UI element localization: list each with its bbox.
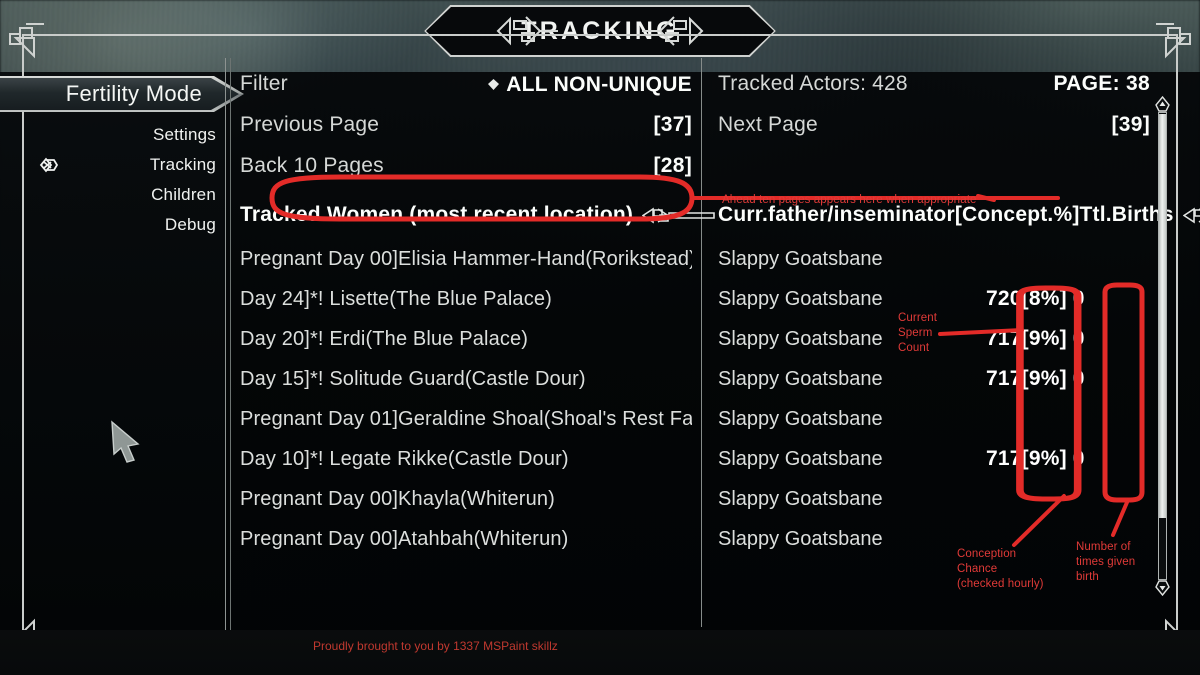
sidebar-tab-fertility-mode[interactable]: Fertility Mode [0, 76, 244, 112]
annotation-number-of-births: Number of times given birth [1076, 540, 1135, 585]
diamond-bullet-icon [488, 79, 500, 90]
corner-knotwork-top-right-icon [1156, 23, 1191, 59]
tracked-actors-value: 428 [872, 72, 908, 95]
row-stats: 720[8%] 0 [986, 287, 1085, 310]
list-item[interactable]: Day 24]*! Lisette(The Blue Palace) [240, 279, 692, 319]
sidebar-item-debug[interactable]: Debug [24, 210, 224, 240]
row-stats: 717[9%] 0 [986, 367, 1085, 390]
previous-page-value: [37] [653, 113, 692, 136]
annotation-line: Sperm [898, 327, 933, 339]
page-value: 38 [1126, 72, 1150, 95]
tracked-women-header-label: Tracked Women (most recent location) [240, 203, 634, 226]
scroll-up-arrow-icon[interactable] [1155, 96, 1170, 113]
tracked-actors-row: Tracked Actors: 428 PAGE: 38 [718, 72, 1150, 113]
father-name: Slappy Goatsbane [718, 287, 883, 310]
sidebar-item-children[interactable]: Children [24, 180, 224, 210]
table-row[interactable]: Slappy Goatsbane [718, 239, 1150, 279]
list-item[interactable]: Pregnant Day 00]Elisia Hammer-Hand(Rorik… [240, 239, 692, 279]
page-indicator: PAGE: 38 [1053, 72, 1150, 96]
corner-knotwork-top-left-icon [9, 23, 44, 59]
annotation-ahead-ten-pages: Ahead ten pages appears here when approp… [722, 194, 977, 206]
sidebar-item-settings[interactable]: Settings [24, 120, 224, 150]
tracked-actors-label: Tracked Actors: [718, 72, 867, 95]
father-name: Slappy Goatsbane [718, 327, 883, 350]
sidebar: Fertility Mode Settings Tracking Childre… [0, 72, 244, 630]
sidebar-tab-label: Fertility Mode [65, 81, 202, 106]
sidebar-item-label: Tracking [149, 155, 216, 174]
annotation-current-sperm-count: Current Sperm Count [898, 311, 937, 356]
annotation-line: Chance [957, 563, 998, 575]
list-item[interactable]: Pregnant Day 00]Khayla(Whiterun) [240, 479, 692, 519]
back-10-pages-row[interactable]: Back 10 Pages [28] [240, 154, 692, 195]
scrollbar-thumb[interactable] [1159, 114, 1166, 518]
header-knot-ornament-icon [642, 207, 715, 223]
sidebar-item-label: Children [151, 185, 216, 204]
sidebar-nav-list: Settings Tracking Children Debug [24, 120, 224, 240]
title-plate: TRACKING [424, 5, 776, 57]
footer-bar [0, 630, 1200, 675]
frame-border-top [22, 34, 1178, 36]
table-row[interactable]: Slappy Goatsbane [718, 399, 1150, 439]
list-item[interactable]: Pregnant Day 00]Atahbah(Whiterun) [240, 519, 692, 559]
table-row[interactable]: Slappy Goatsbane 717[9%] 0 [718, 439, 1150, 479]
next-page-value: [39] [1111, 113, 1150, 136]
page-label: PAGE: [1053, 72, 1120, 95]
annotation-line: Count [898, 342, 930, 354]
row-stats: 717[9%] 0 [986, 447, 1085, 470]
filter-value-group: ALL NON-UNIQUE [488, 73, 692, 97]
left-column: Filter ALL NON-UNIQUE Previous Page [37]… [240, 72, 715, 630]
table-row[interactable]: Slappy Goatsbane [718, 479, 1150, 519]
tracked-women-list: Pregnant Day 00]Elisia Hammer-Hand(Rorik… [240, 239, 692, 559]
tracked-women-header: Tracked Women (most recent location) [240, 195, 715, 235]
title-knotwork-right-icon [642, 16, 704, 46]
father-name: Slappy Goatsbane [718, 247, 883, 270]
back-10-pages-label: Back 10 Pages [240, 154, 384, 177]
annotation-line: Number of [1076, 541, 1131, 553]
divider-columns [701, 58, 702, 627]
sidebar-item-tracking[interactable]: Tracking [24, 150, 224, 180]
annotation-line: times given [1076, 556, 1136, 568]
annotation-conception-chance: Conception Chance (checked hourly) [957, 547, 1044, 592]
list-item[interactable]: Day 20]*! Erdi(The Blue Palace) [240, 319, 692, 359]
father-name: Slappy Goatsbane [718, 447, 883, 470]
annotation-line: birth [1076, 571, 1099, 583]
annotation-line: Conception [957, 548, 1017, 560]
selection-knot-icon [39, 157, 59, 173]
sidebar-item-label: Debug [164, 215, 216, 234]
tracked-actors-label-group: Tracked Actors: 428 [718, 72, 908, 96]
row-stats: 717[9%] 0 [986, 327, 1085, 350]
father-name: Slappy Goatsbane [718, 367, 883, 390]
previous-page-label: Previous Page [240, 113, 380, 136]
father-name: Slappy Goatsbane [718, 527, 883, 550]
frame-border-right [1176, 34, 1178, 639]
footer-credit-note: Proudly brought to you by 1337 MSPaint s… [313, 639, 558, 653]
annotation-line: (checked hourly) [957, 578, 1044, 590]
table-row[interactable]: Slappy Goatsbane 717[9%] 0 [718, 359, 1150, 399]
filter-row[interactable]: Filter ALL NON-UNIQUE [240, 72, 692, 113]
filter-value: ALL NON-UNIQUE [506, 72, 692, 96]
title-knotwork-left-icon [496, 16, 558, 46]
next-page-label: Next Page [718, 113, 818, 136]
annotation-line: Current [898, 312, 938, 324]
scrollbar[interactable] [1154, 96, 1170, 596]
father-name: Slappy Goatsbane [718, 487, 883, 510]
back-10-pages-value: [28] [653, 154, 692, 177]
divider-sidebar-b [230, 58, 231, 630]
list-item[interactable]: Pregnant Day 01]Geraldine Shoal(Shoal's … [240, 399, 692, 439]
filter-label: Filter [240, 72, 288, 95]
next-page-row[interactable]: Next Page [39] [718, 113, 1150, 154]
list-item[interactable]: Day 10]*! Legate Rikke(Castle Dour) [240, 439, 692, 479]
previous-page-row[interactable]: Previous Page [37] [240, 113, 692, 154]
list-item[interactable]: Day 15]*! Solitude Guard(Castle Dour) [240, 359, 692, 399]
title-bar: TRACKING [0, 0, 1200, 62]
scroll-down-arrow-icon[interactable] [1155, 579, 1170, 596]
father-name: Slappy Goatsbane [718, 407, 883, 430]
divider-sidebar-a [225, 58, 226, 630]
header-knot-ornament-icon [1182, 207, 1200, 223]
father-inseminator-list: Slappy Goatsbane Slappy Goatsbane 720[8%… [718, 239, 1150, 559]
sidebar-item-label: Settings [152, 125, 216, 144]
mouse-cursor-icon [111, 420, 140, 463]
